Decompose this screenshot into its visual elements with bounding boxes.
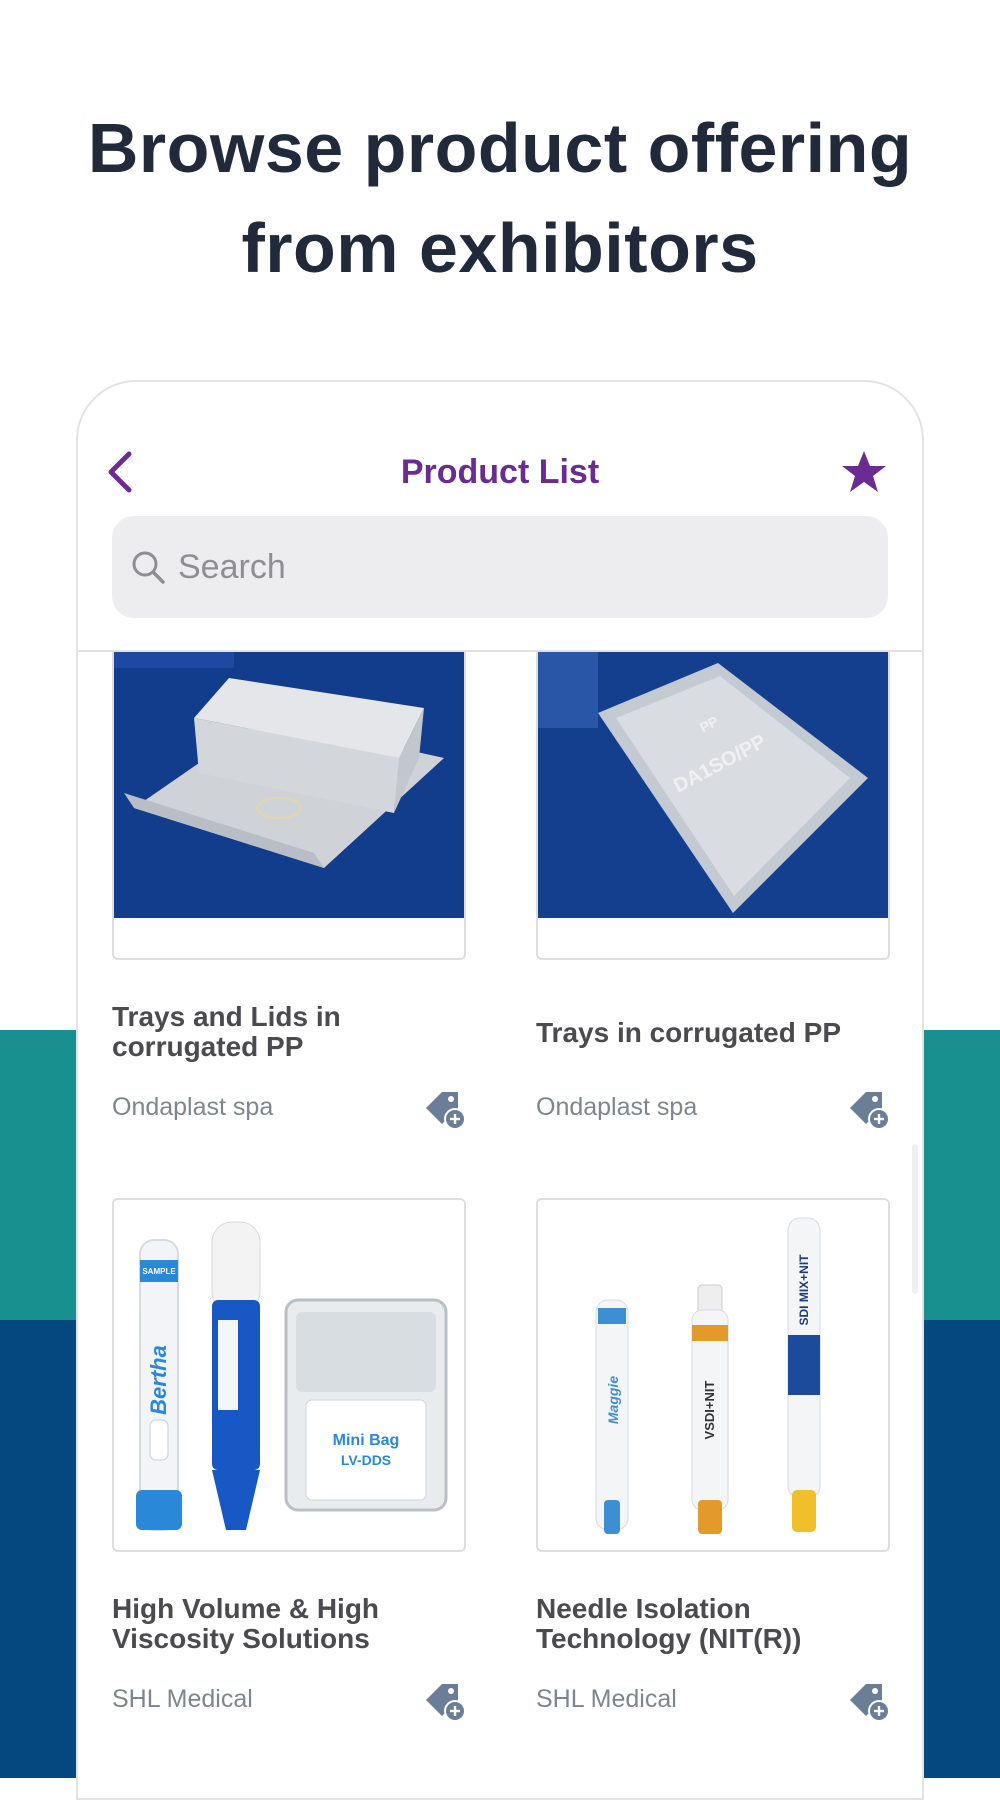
image-text-sample: SAMPLE bbox=[142, 1267, 176, 1276]
tag-add-icon bbox=[426, 1684, 466, 1722]
product-card[interactable]: Maggie VSDI+NIT SDI MIX+NIT Needle Isola… bbox=[536, 1198, 890, 1722]
image-text-vsdi: VSDI+NIT bbox=[702, 1381, 717, 1440]
product-company: SHL Medical bbox=[536, 1685, 677, 1713]
phone-frame: Product List Search Trays and Lids in co… bbox=[76, 380, 924, 1800]
product-image: PP DA1SO/PP bbox=[536, 652, 890, 960]
add-tag-button[interactable] bbox=[846, 1086, 892, 1132]
scroll-indicator[interactable] bbox=[912, 1144, 918, 1294]
product-company: Ondaplast spa bbox=[536, 1093, 698, 1121]
product-company: Ondaplast spa bbox=[112, 1093, 274, 1121]
product-grid: Trays and Lids in corrugated PP Ondaplas… bbox=[78, 652, 922, 1798]
add-tag-button[interactable] bbox=[422, 1678, 468, 1724]
page-title: Product List bbox=[400, 453, 600, 491]
product-card[interactable]: PP DA1SO/PP Trays in corrugated PP Ondap… bbox=[536, 652, 890, 1130]
product-card[interactable]: Trays and Lids in corrugated PP Ondaplas… bbox=[112, 652, 466, 1130]
product-title: Trays and Lids in corrugated PP bbox=[112, 1001, 341, 1062]
tag-add-icon bbox=[850, 1092, 890, 1130]
product-image: Maggie VSDI+NIT SDI MIX+NIT bbox=[536, 1198, 890, 1552]
headline-line-1: Browse product offering bbox=[87, 109, 913, 187]
product-card[interactable]: SAMPLE Bertha Mini Bag LV-DDS High Volum… bbox=[112, 1198, 466, 1722]
product-image bbox=[112, 652, 466, 960]
add-tag-button[interactable] bbox=[422, 1086, 468, 1132]
headline-line-2: from exhibitors bbox=[241, 209, 759, 287]
tag-add-icon bbox=[426, 1092, 466, 1130]
image-text-lvdds: LV-DDS bbox=[341, 1452, 391, 1468]
search-input[interactable] bbox=[176, 546, 860, 588]
image-text-maggie: Maggie bbox=[605, 1376, 621, 1424]
image-text-sdimix: SDI MIX+NIT bbox=[797, 1254, 811, 1326]
search-bar[interactable] bbox=[112, 516, 888, 618]
star-icon bbox=[842, 451, 886, 492]
image-text-bertha: Bertha bbox=[146, 1345, 171, 1415]
promo-headline: Browse product offering from exhibitors bbox=[0, 98, 1000, 298]
search-icon bbox=[126, 545, 170, 589]
favorite-button[interactable] bbox=[834, 442, 894, 502]
product-title: High Volume & High Viscosity Solutions bbox=[112, 1593, 380, 1654]
product-title: Trays in corrugated PP bbox=[536, 1017, 841, 1048]
add-tag-button[interactable] bbox=[846, 1678, 892, 1724]
product-title: Needle Isolation Technology (NIT(R)) bbox=[536, 1593, 802, 1654]
product-company: SHL Medical bbox=[112, 1685, 253, 1713]
image-text-minibag: Mini Bag bbox=[333, 1432, 400, 1449]
tag-add-icon bbox=[850, 1684, 890, 1722]
product-image: SAMPLE Bertha Mini Bag LV-DDS bbox=[112, 1198, 466, 1552]
